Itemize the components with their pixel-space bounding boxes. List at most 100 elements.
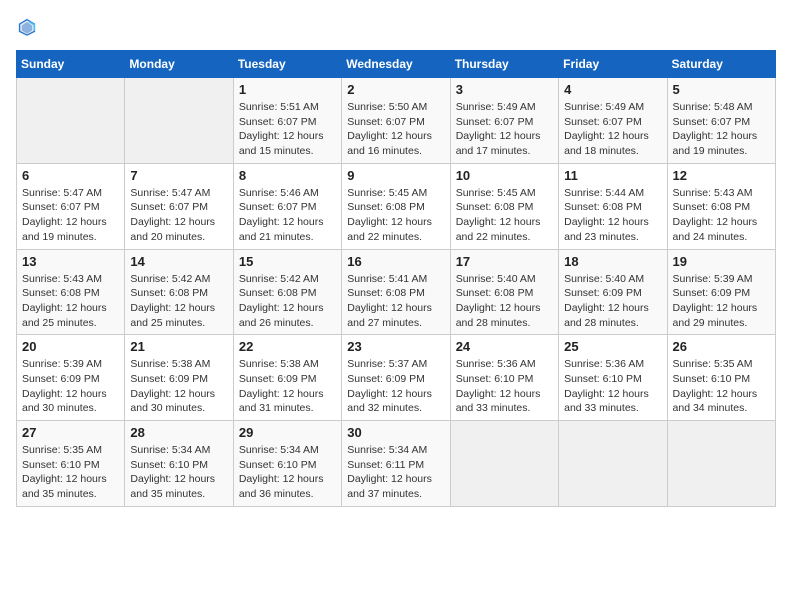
day-number: 22 — [239, 339, 336, 354]
cell-details: Sunrise: 5:45 AMSunset: 6:08 PMDaylight:… — [456, 186, 553, 245]
cell-details: Sunrise: 5:49 AMSunset: 6:07 PMDaylight:… — [564, 100, 661, 159]
day-number: 17 — [456, 254, 553, 269]
cell-details: Sunrise: 5:48 AMSunset: 6:07 PMDaylight:… — [673, 100, 770, 159]
cell-details: Sunrise: 5:51 AMSunset: 6:07 PMDaylight:… — [239, 100, 336, 159]
calendar-cell: 11Sunrise: 5:44 AMSunset: 6:08 PMDayligh… — [559, 163, 667, 249]
calendar-cell — [450, 421, 558, 507]
day-number: 20 — [22, 339, 119, 354]
weekday-header: Wednesday — [342, 51, 450, 78]
weekday-header: Friday — [559, 51, 667, 78]
calendar-cell — [17, 78, 125, 164]
calendar-cell: 19 Sunrise: 5:39 AMSunset: 6:09 PMDayligh… — [667, 249, 775, 335]
calendar-cell: 10Sunrise: 5:45 AMSunset: 6:08 PMDayligh… — [450, 163, 558, 249]
cell-details: Sunrise: 5:38 AMSunset: 6:09 PMDaylight:… — [130, 357, 227, 416]
calendar-cell: 7 Sunrise: 5:47 AMSunset: 6:07 PMDaylight… — [125, 163, 233, 249]
calendar-cell: 15Sunrise: 5:42 AMSunset: 6:08 PMDayligh… — [233, 249, 341, 335]
cell-details: Sunrise: 5:38 AMSunset: 6:09 PMDaylight:… — [239, 357, 336, 416]
day-number: 12 — [673, 168, 770, 183]
day-number: 27 — [22, 425, 119, 440]
calendar-cell: 2 Sunrise: 5:50 AMSunset: 6:07 PMDaylight… — [342, 78, 450, 164]
calendar-cell — [559, 421, 667, 507]
day-number: 7 — [130, 168, 227, 183]
weekday-header: Monday — [125, 51, 233, 78]
day-number: 21 — [130, 339, 227, 354]
cell-details: Sunrise: 5:36 AMSunset: 6:10 PMDaylight:… — [564, 357, 661, 416]
calendar-cell: 13 Sunrise: 5:43 AMSunset: 6:08 PMDayligh… — [17, 249, 125, 335]
day-number: 2 — [347, 82, 444, 97]
calendar-cell: 16 Sunrise: 5:41 AMSunset: 6:08 PMDayligh… — [342, 249, 450, 335]
calendar-week-row: 6 Sunrise: 5:47 AMSunset: 6:07 PMDaylight… — [17, 163, 776, 249]
day-number: 28 — [130, 425, 227, 440]
page-header — [16, 16, 776, 38]
day-number: 1 — [239, 82, 336, 97]
calendar-cell: 27 Sunrise: 5:35 AMSunset: 6:10 PMDayligh… — [17, 421, 125, 507]
weekday-header: Sunday — [17, 51, 125, 78]
calendar-table: SundayMondayTuesdayWednesdayThursdayFrid… — [16, 50, 776, 507]
cell-details: Sunrise: 5:43 AMSunset: 6:08 PMDaylight:… — [22, 272, 119, 331]
cell-details: Sunrise: 5:36 AMSunset: 6:10 PMDaylight:… — [456, 357, 553, 416]
calendar-cell: 4 Sunrise: 5:49 AMSunset: 6:07 PMDaylight… — [559, 78, 667, 164]
cell-details: Sunrise: 5:34 AMSunset: 6:10 PMDaylight:… — [239, 443, 336, 502]
logo — [16, 16, 42, 38]
cell-details: Sunrise: 5:42 AMSunset: 6:08 PMDaylight:… — [130, 272, 227, 331]
calendar-cell: 3 Sunrise: 5:49 AMSunset: 6:07 PMDaylight… — [450, 78, 558, 164]
day-number: 5 — [673, 82, 770, 97]
calendar-cell: 22 Sunrise: 5:38 AMSunset: 6:09 PMDayligh… — [233, 335, 341, 421]
calendar-cell — [667, 421, 775, 507]
calendar-cell: 9 Sunrise: 5:45 AMSunset: 6:08 PMDaylight… — [342, 163, 450, 249]
day-number: 19 — [673, 254, 770, 269]
calendar-cell: 5 Sunrise: 5:48 AMSunset: 6:07 PMDaylight… — [667, 78, 775, 164]
cell-details: Sunrise: 5:39 AMSunset: 6:09 PMDaylight:… — [673, 272, 770, 331]
cell-details: Sunrise: 5:46 AMSunset: 6:07 PMDaylight:… — [239, 186, 336, 245]
calendar-cell: 18 Sunrise: 5:40 AMSunset: 6:09 PMDayligh… — [559, 249, 667, 335]
day-number: 9 — [347, 168, 444, 183]
cell-details: Sunrise: 5:34 AMSunset: 6:10 PMDaylight:… — [130, 443, 227, 502]
day-number: 24 — [456, 339, 553, 354]
calendar-cell: 17Sunrise: 5:40 AMSunset: 6:08 PMDayligh… — [450, 249, 558, 335]
logo-icon — [16, 16, 38, 38]
cell-details: Sunrise: 5:35 AMSunset: 6:10 PMDaylight:… — [22, 443, 119, 502]
weekday-header: Tuesday — [233, 51, 341, 78]
day-number: 6 — [22, 168, 119, 183]
weekday-header: Saturday — [667, 51, 775, 78]
weekday-header-row: SundayMondayTuesdayWednesdayThursdayFrid… — [17, 51, 776, 78]
day-number: 26 — [673, 339, 770, 354]
calendar-cell: 25 Sunrise: 5:36 AMSunset: 6:10 PMDayligh… — [559, 335, 667, 421]
day-number: 8 — [239, 168, 336, 183]
day-number: 18 — [564, 254, 661, 269]
cell-details: Sunrise: 5:37 AMSunset: 6:09 PMDaylight:… — [347, 357, 444, 416]
weekday-header: Thursday — [450, 51, 558, 78]
cell-details: Sunrise: 5:49 AMSunset: 6:07 PMDaylight:… — [456, 100, 553, 159]
calendar-cell: 29 Sunrise: 5:34 AMSunset: 6:10 PMDayligh… — [233, 421, 341, 507]
day-number: 11 — [564, 168, 661, 183]
cell-details: Sunrise: 5:34 AMSunset: 6:11 PMDaylight:… — [347, 443, 444, 502]
cell-details: Sunrise: 5:50 AMSunset: 6:07 PMDaylight:… — [347, 100, 444, 159]
day-number: 13 — [22, 254, 119, 269]
calendar-week-row: 27 Sunrise: 5:35 AMSunset: 6:10 PMDayligh… — [17, 421, 776, 507]
calendar-cell: 28 Sunrise: 5:34 AMSunset: 6:10 PMDayligh… — [125, 421, 233, 507]
day-number: 4 — [564, 82, 661, 97]
cell-details: Sunrise: 5:45 AMSunset: 6:08 PMDaylight:… — [347, 186, 444, 245]
day-number: 29 — [239, 425, 336, 440]
calendar-cell: 24 Sunrise: 5:36 AMSunset: 6:10 PMDayligh… — [450, 335, 558, 421]
day-number: 14 — [130, 254, 227, 269]
cell-details: Sunrise: 5:47 AMSunset: 6:07 PMDaylight:… — [130, 186, 227, 245]
cell-details: Sunrise: 5:35 AMSunset: 6:10 PMDaylight:… — [673, 357, 770, 416]
day-number: 3 — [456, 82, 553, 97]
cell-details: Sunrise: 5:41 AMSunset: 6:08 PMDaylight:… — [347, 272, 444, 331]
calendar-cell: 6 Sunrise: 5:47 AMSunset: 6:07 PMDaylight… — [17, 163, 125, 249]
cell-details: Sunrise: 5:47 AMSunset: 6:07 PMDaylight:… — [22, 186, 119, 245]
cell-details: Sunrise: 5:40 AMSunset: 6:09 PMDaylight:… — [564, 272, 661, 331]
day-number: 25 — [564, 339, 661, 354]
cell-details: Sunrise: 5:39 AMSunset: 6:09 PMDaylight:… — [22, 357, 119, 416]
calendar-cell: 1 Sunrise: 5:51 AMSunset: 6:07 PMDaylight… — [233, 78, 341, 164]
day-number: 30 — [347, 425, 444, 440]
day-number: 23 — [347, 339, 444, 354]
calendar-week-row: 13 Sunrise: 5:43 AMSunset: 6:08 PMDayligh… — [17, 249, 776, 335]
calendar-cell: 30 Sunrise: 5:34 AMSunset: 6:11 PMDayligh… — [342, 421, 450, 507]
calendar-cell: 14 Sunrise: 5:42 AMSunset: 6:08 PMDayligh… — [125, 249, 233, 335]
calendar-cell: 26 Sunrise: 5:35 AMSunset: 6:10 PMDayligh… — [667, 335, 775, 421]
day-number: 16 — [347, 254, 444, 269]
calendar-cell: 8 Sunrise: 5:46 AMSunset: 6:07 PMDaylight… — [233, 163, 341, 249]
cell-details: Sunrise: 5:43 AMSunset: 6:08 PMDaylight:… — [673, 186, 770, 245]
